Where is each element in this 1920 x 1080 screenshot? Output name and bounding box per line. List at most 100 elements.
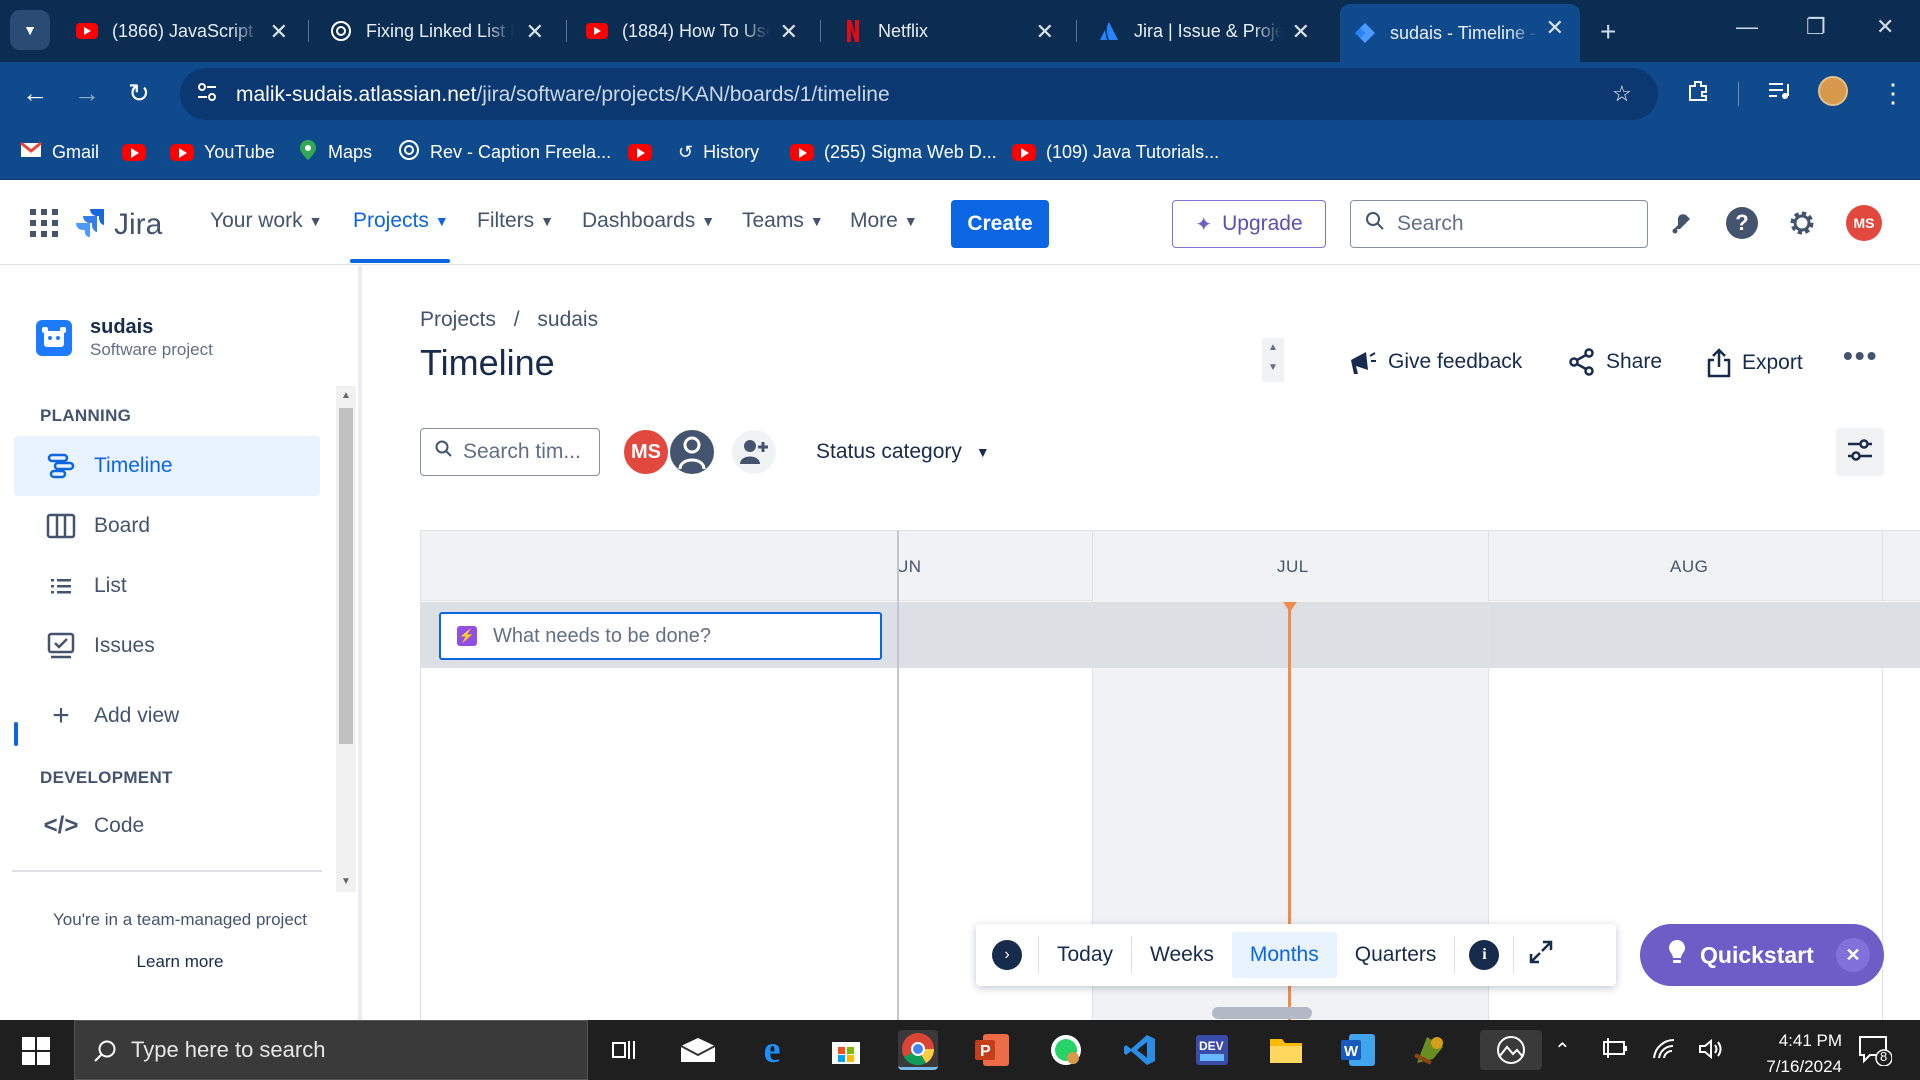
- breadcrumb-projects[interactable]: Projects: [420, 308, 496, 331]
- learn-more-link[interactable]: Learn more: [12, 952, 348, 972]
- scroll-up-icon[interactable]: ▲: [1262, 338, 1284, 358]
- nav-your-work[interactable]: Your work ▼: [210, 209, 322, 233]
- global-search-input[interactable]: Search: [1350, 200, 1648, 248]
- view-settings-button[interactable]: [1836, 428, 1884, 476]
- sidebar-item-timeline[interactable]: Timeline: [14, 436, 320, 496]
- app-switcher-icon[interactable]: [30, 209, 58, 242]
- expand-sidebar-button[interactable]: ›: [976, 932, 1038, 978]
- notifications-icon[interactable]: [1664, 205, 1700, 241]
- epic-icon[interactable]: ⚡: [457, 626, 477, 646]
- status-category-dropdown[interactable]: Status category ▼: [816, 440, 990, 464]
- scroll-down-icon[interactable]: ▼: [341, 876, 351, 887]
- browser-menu-icon[interactable]: ⋮: [1880, 78, 1906, 109]
- browser-tab[interactable]: Netflix ✕: [828, 8, 1070, 54]
- minimize-icon[interactable]: —: [1736, 14, 1758, 40]
- nav-filters[interactable]: Filters ▼: [477, 209, 554, 233]
- app-icon[interactable]: [1410, 1030, 1450, 1070]
- bookmark-star-icon[interactable]: ☆: [1612, 81, 1632, 107]
- extensions-icon[interactable]: [1686, 78, 1712, 111]
- add-view-button[interactable]: + Add view: [14, 686, 320, 746]
- sidebar-item-list[interactable]: List: [14, 556, 320, 616]
- microsoft-store-icon[interactable]: [826, 1030, 866, 1070]
- browser-tab[interactable]: Jira | Issue & Proje ✕: [1084, 8, 1326, 54]
- close-tab-icon[interactable]: ✕: [780, 19, 798, 45]
- show-hidden-icons[interactable]: ⌃: [1554, 1038, 1571, 1063]
- quickstart-close-icon[interactable]: ✕: [1836, 938, 1870, 972]
- close-tab-icon[interactable]: ✕: [270, 19, 288, 45]
- bookmark-history[interactable]: ↺ History: [678, 138, 759, 166]
- whatsapp-icon[interactable]: [1046, 1030, 1086, 1070]
- weeks-button[interactable]: Weeks: [1132, 932, 1232, 978]
- sidebar-resize-handle[interactable]: [358, 266, 362, 1020]
- restore-icon[interactable]: ❐: [1806, 14, 1826, 40]
- more-actions-icon[interactable]: •••: [1843, 340, 1878, 372]
- months-button[interactable]: Months: [1231, 932, 1337, 978]
- bookmark-rev[interactable]: Rev - Caption Freela...: [398, 138, 611, 166]
- scroll-down-icon[interactable]: ▼: [1262, 358, 1284, 378]
- close-tab-icon[interactable]: ✕: [526, 19, 544, 45]
- task-view-icon[interactable]: [604, 1030, 644, 1070]
- sidebar-scrollbar[interactable]: ▲ ▼: [336, 386, 356, 892]
- timeline-search-input[interactable]: Search tim...: [420, 428, 600, 476]
- info-button[interactable]: i: [1455, 932, 1513, 978]
- vscode-icon[interactable]: [1120, 1030, 1160, 1070]
- notification-center-icon[interactable]: 8: [1858, 1034, 1893, 1072]
- volume-icon[interactable]: [1698, 1038, 1724, 1066]
- quickstart-button[interactable]: Quickstart ✕: [1640, 924, 1884, 986]
- site-settings-icon[interactable]: [196, 81, 218, 109]
- list-divider[interactable]: [897, 531, 899, 1021]
- battery-icon[interactable]: [1602, 1038, 1628, 1064]
- bookmark-maps[interactable]: Maps: [298, 138, 372, 166]
- tab-search-button[interactable]: ▼: [10, 10, 50, 50]
- bookmark-gmail[interactable]: Gmail: [20, 138, 99, 166]
- profile-avatar[interactable]: [1818, 76, 1848, 106]
- bookmark-youtube-plain[interactable]: [122, 138, 156, 166]
- user-avatar[interactable]: MS: [1846, 205, 1882, 241]
- taskbar-clock[interactable]: 4:41 PM 7/16/2024: [1742, 1028, 1842, 1080]
- unassigned-avatar-icon[interactable]: [668, 428, 716, 476]
- close-tab-icon[interactable]: ✕: [1036, 19, 1054, 45]
- wifi-icon[interactable]: [1652, 1038, 1678, 1066]
- powerpoint-icon[interactable]: P: [972, 1030, 1012, 1070]
- help-icon[interactable]: ?: [1724, 205, 1760, 241]
- nav-projects[interactable]: Projects ▼: [353, 209, 449, 233]
- share-button[interactable]: Share: [1568, 348, 1662, 376]
- assignee-filter-avatar[interactable]: MS: [622, 428, 670, 476]
- quarters-button[interactable]: Quarters: [1337, 932, 1455, 978]
- nav-teams[interactable]: Teams ▼: [742, 209, 824, 233]
- nav-dashboards[interactable]: Dashboards ▼: [582, 209, 715, 233]
- browser-tab[interactable]: (1866) JavaScript E ✕: [62, 8, 304, 54]
- sidebar-item-issues[interactable]: Issues: [14, 616, 320, 676]
- header-scroll-control[interactable]: ▲ ▼: [1262, 338, 1284, 382]
- address-bar[interactable]: malik-sudais.atlassian.net/jira/software…: [180, 68, 1658, 120]
- scroll-up-icon[interactable]: ▲: [341, 390, 351, 401]
- jira-logo[interactable]: Jira: [76, 207, 162, 242]
- windows-start-icon[interactable]: [14, 1034, 58, 1068]
- chrome-app-icon[interactable]: [898, 1030, 938, 1070]
- create-button[interactable]: Create: [951, 200, 1049, 248]
- edge-browser-icon[interactable]: e: [752, 1029, 792, 1071]
- close-tab-icon[interactable]: ✕: [1546, 15, 1564, 41]
- fullscreen-button[interactable]: [1514, 932, 1568, 978]
- browser-tab-active[interactable]: sudais - Timeline - ✕: [1340, 4, 1580, 62]
- sidebar-item-board[interactable]: Board: [14, 496, 320, 556]
- bookmark-youtube[interactable]: YouTube: [170, 138, 275, 166]
- sidebar-item-code[interactable]: </> Code: [14, 796, 320, 856]
- breadcrumb-project[interactable]: sudais: [537, 308, 598, 331]
- give-feedback-button[interactable]: Give feedback: [1348, 348, 1522, 376]
- sidebar-scroll-thumb[interactable]: [339, 408, 353, 744]
- bookmark-java[interactable]: (109) Java Tutorials...: [1012, 138, 1219, 166]
- settings-gear-icon[interactable]: [1784, 205, 1820, 241]
- bookmark-youtube-plain[interactable]: [628, 138, 662, 166]
- add-people-icon[interactable]: [730, 428, 778, 476]
- taskbar-search-input[interactable]: Type here to search: [74, 1020, 588, 1080]
- bookmark-sigma[interactable]: (255) Sigma Web D...: [790, 138, 997, 166]
- file-explorer-icon[interactable]: [1266, 1030, 1306, 1070]
- close-tab-icon[interactable]: ✕: [1292, 19, 1310, 45]
- browser-tab[interactable]: Fixing Linked List E ✕: [316, 8, 560, 54]
- reload-icon[interactable]: ↻: [128, 78, 150, 109]
- photos-app-icon[interactable]: [1480, 1030, 1542, 1070]
- window-close-icon[interactable]: ✕: [1876, 14, 1894, 40]
- nav-more[interactable]: More ▼: [850, 209, 918, 233]
- dev-home-icon[interactable]: DEV: [1192, 1030, 1232, 1070]
